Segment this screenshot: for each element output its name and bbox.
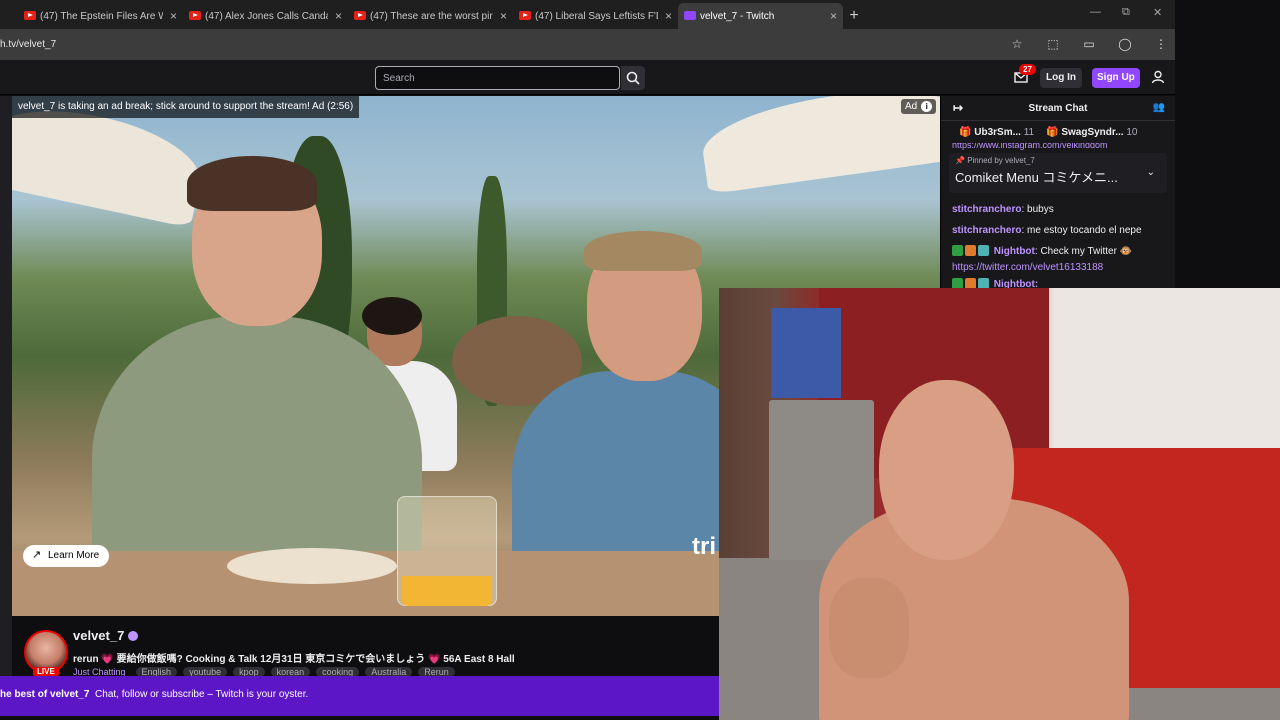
badge-icon [978,245,989,256]
badge-icon [952,245,963,256]
browser-tab[interactable]: (47) Alex Jones Calls Candace O × [183,3,348,29]
pinned-message-link[interactable]: https://www.instagram.com/velkinddom [941,143,1175,151]
minimize-button[interactable]: — [1090,6,1101,18]
chat-username[interactable]: stitchranchero [952,204,1021,215]
user-icon[interactable] [1151,70,1165,84]
live-badge: LIVE [33,667,59,676]
cast-icon[interactable]: ▭ [1081,36,1097,52]
extensions-icon[interactable]: ⬚ [1045,36,1061,52]
webcam-wall [1054,288,1280,458]
channel-name[interactable]: velvet_7 [73,628,139,643]
tab-title: (47) The Epstein Files Are Way W [40,10,163,22]
twitch-icon [684,11,696,20]
gifter-name: SwagSyndr... [1061,126,1124,138]
gifter-count: 11 [1023,126,1035,138]
gift-icon: 🎁 [1046,126,1062,138]
close-icon[interactable]: × [830,9,837,23]
youtube-icon [189,11,201,20]
community-icon[interactable]: 👥 [1153,102,1165,113]
webcam-person-head [879,380,1014,560]
chat-username[interactable]: Nightbot [994,246,1035,257]
twitch-top-nav: Search Log In Sign Up [0,60,1175,95]
chat-message: stitchranchero: bubys [952,204,1054,215]
pinned-by: 📌 Pinned by velvet_7 [955,156,1035,165]
browser-tab[interactable]: (47) The Epstein Files Are Way W × [18,3,183,29]
webcam-person-hand [829,578,909,678]
video-scene-person [92,156,422,616]
new-tab-button[interactable]: + [843,3,865,29]
search-button[interactable] [621,66,645,90]
close-icon[interactable]: × [335,9,342,23]
chat-message: stitchranchero: me estoy tocando el nepe [952,225,1142,236]
bookmark-star-icon[interactable]: ☆ [1009,36,1025,52]
gifter-count: 10 [1126,126,1138,138]
browser-tab-bar: (47) The Epstein Files Are Way W × (47) … [0,0,1175,29]
ad-break-banner: velvet_7 is taking an ad break; stick ar… [12,96,360,118]
video-scene-juice [402,576,492,606]
chat-text: bubys [1027,204,1054,215]
chat-text: me estoy tocando el nepe [1027,225,1142,236]
tab-title: velvet_7 - Twitch [700,10,775,22]
gifter-entry[interactable]: 🎁 Ub3rSm... 11 [959,127,1034,138]
promo-banner: he best of velvet_7 Chat, follow or subs… [0,676,719,716]
badge-icon [965,245,976,256]
chat-text: Check my Twitter 🐵 [1040,246,1133,257]
close-icon[interactable]: × [170,9,177,23]
chat-username[interactable]: stitchranchero [952,225,1021,236]
tab-title: (47) These are the worst pirates [370,10,493,22]
search-input[interactable]: Search [375,66,620,90]
tab-title: (47) Alex Jones Calls Candace O [205,10,328,22]
collapse-chat-icon[interactable]: ↦ [953,101,963,115]
tab-title: (47) Liberal Says Leftists F'D UP [535,10,658,22]
channel-name-text: velvet_7 [73,628,125,643]
chevron-down-icon[interactable]: ⌄ [1147,167,1155,178]
gifter-entry[interactable]: 🎁 SwagSyndr... 10 [1046,127,1137,138]
promo-text: Chat, follow or subscribe – Twitch is yo… [95,689,309,700]
side-nav-rail [0,96,12,676]
search-icon [626,71,640,85]
signup-button[interactable]: Sign Up [1092,68,1140,88]
ad-tag-label: Ad [905,101,918,112]
restore-button[interactable]: ⧉ [1122,6,1130,19]
stream-info: LIVE velvet_7 rerun 💗 要給你做飯嗎? Cooking & … [12,617,719,677]
gifter-name: Ub3rSm... [974,126,1021,138]
ad-tag[interactable]: Ad i [901,99,937,114]
chat-link[interactable]: https://twitter.com/velvet16133188 [952,262,1164,274]
youtube-icon [24,11,36,20]
chat-header: ↦ Stream Chat 👥 [941,96,1175,121]
verified-icon [128,630,139,641]
stream-title: rerun 💗 要給你做飯嗎? Cooking & Talk 12月31日 東京… [73,654,515,665]
browser-tab[interactable]: (47) Liberal Says Leftists F'D UP × [513,3,678,29]
gift-leaderboard: 🎁 Ub3rSm... 11 🎁 SwagSyndr... 10 [941,121,1175,143]
info-icon[interactable]: i [921,101,933,112]
close-icon[interactable]: × [500,9,507,23]
youtube-icon [519,11,531,20]
webcam-box [771,308,841,398]
browser-tab-active[interactable]: velvet_7 - Twitch × [678,3,843,29]
profile-icon[interactable]: ◯ [1117,36,1133,52]
notification-count-badge: 27 [1019,64,1036,75]
pinned-message[interactable]: 📌 Pinned by velvet_7 Comiket Menu コミケメニ.… [949,153,1167,193]
youtube-icon [354,11,366,20]
chat-title: Stream Chat [1028,102,1088,114]
webcam-overlay [719,288,1280,720]
gift-icon: 🎁 [959,126,975,138]
promo-bold: he best of velvet_7 [0,689,90,700]
browser-tab[interactable]: (47) These are the worst pirates × [348,3,513,29]
learn-more-button[interactable]: Learn More [23,545,110,567]
ad-overlay-text: tri [692,533,716,560]
stream-chat: ↦ Stream Chat 👥 🎁 Ub3rSm... 11 🎁 SwagSyn… [940,96,1175,291]
chat-messages: stitchranchero: bubys stitchranchero: me… [941,193,1175,291]
menu-kebab-icon[interactable]: ⋮ [1153,36,1169,52]
pinned-title: Comiket Menu コミケメニ... [955,170,1118,185]
video-scene-plate [227,548,397,584]
url-field[interactable]: h.tv/velvet_7 [0,39,56,50]
chat-message: Nightbot: Check my Twitter 🐵 https://twi… [952,241,1164,274]
close-icon[interactable]: × [665,9,672,23]
login-button[interactable]: Log In [1040,68,1082,88]
window-close-button[interactable]: ✕ [1153,6,1162,19]
address-bar: h.tv/velvet_7 ☆ ⬚ ▭ ◯ ⋮ [0,29,1175,60]
